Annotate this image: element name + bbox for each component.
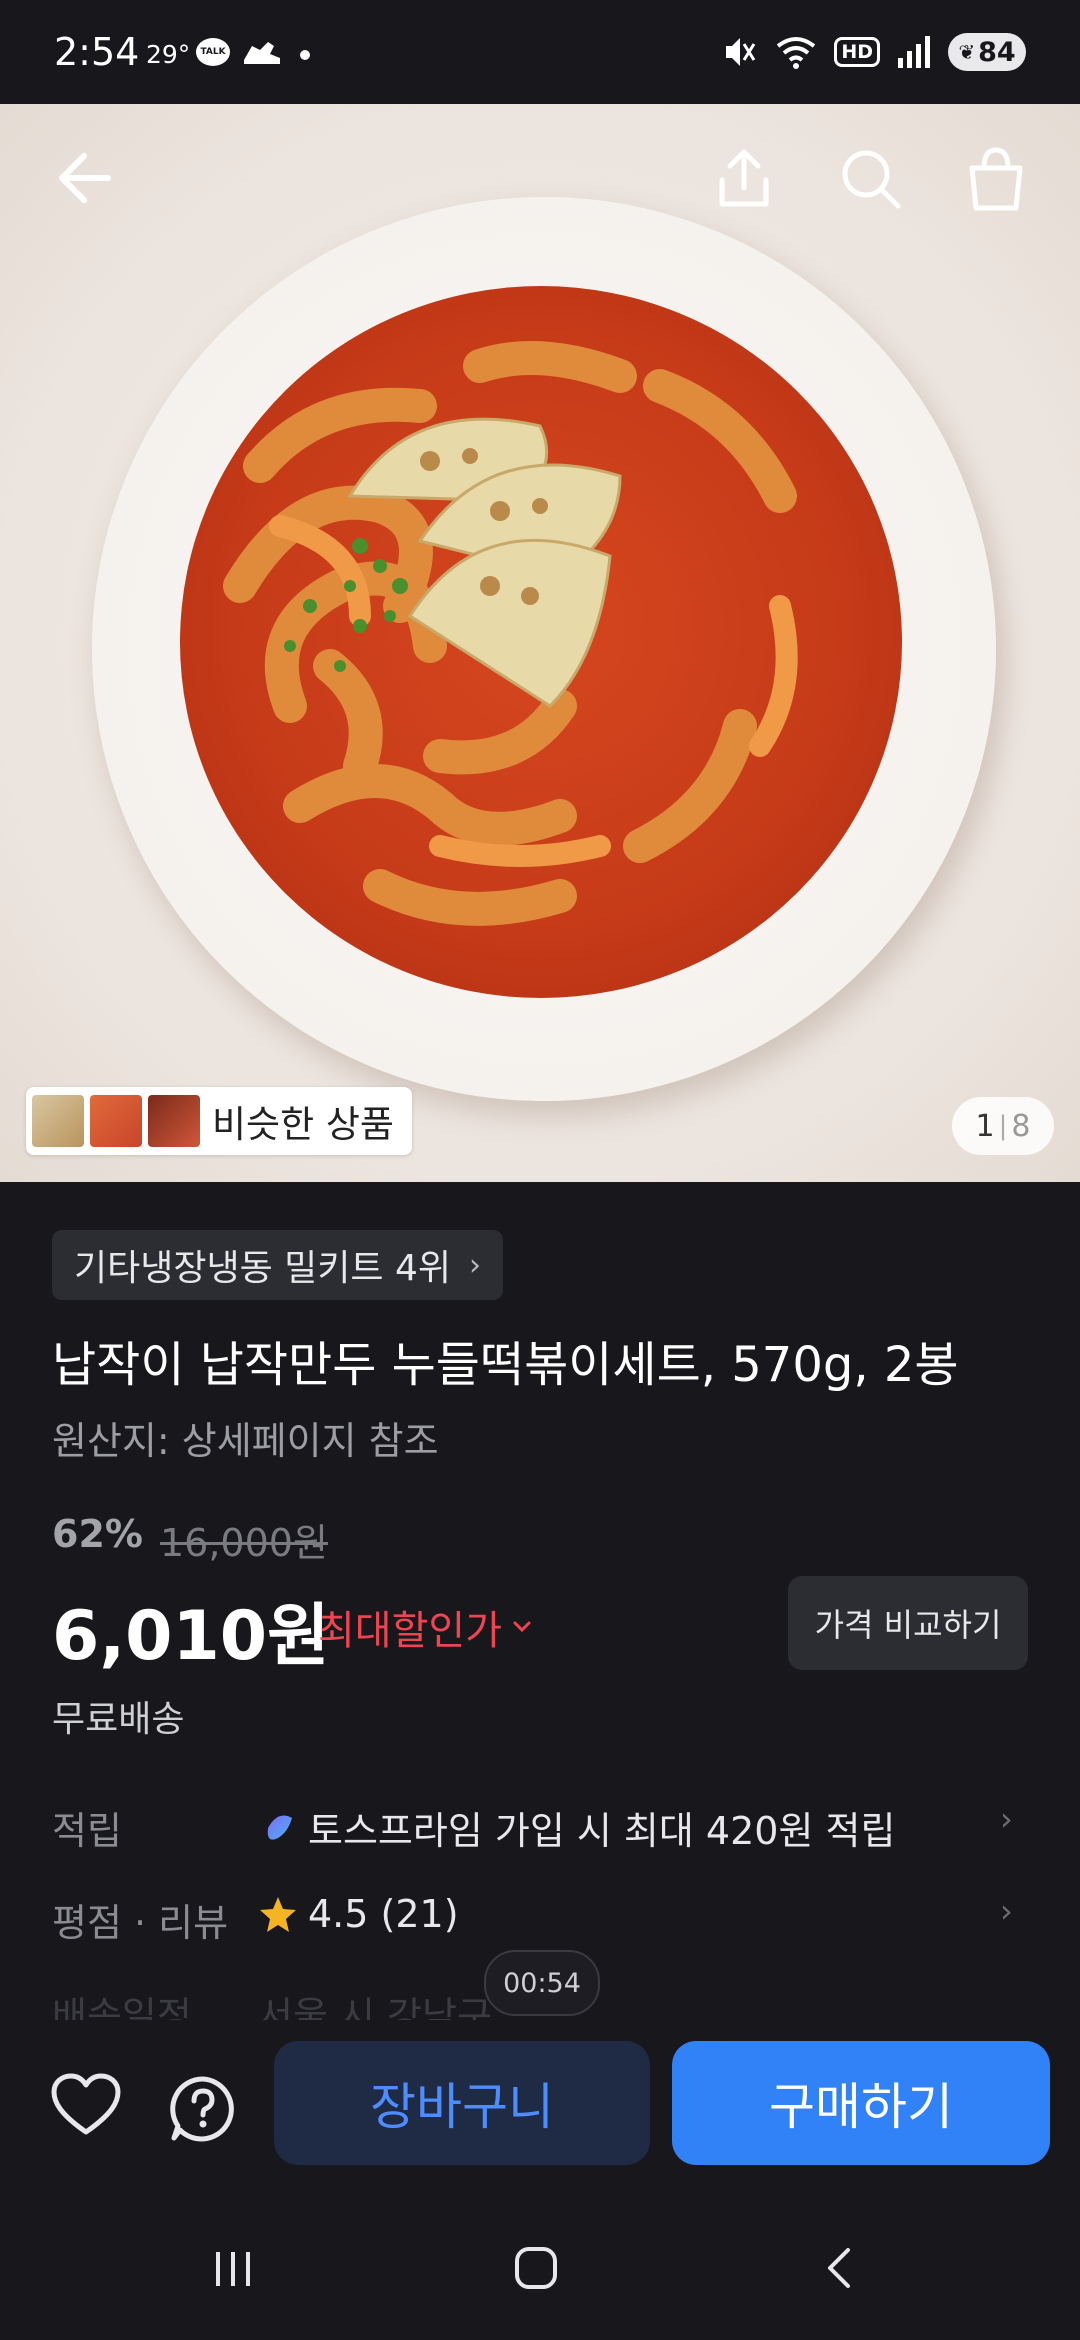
add-to-cart-button[interactable]: 장바구니 [274, 2041, 650, 2165]
original-price: 16,000원 [160, 1521, 328, 1565]
chevron-right-icon: › [1000, 1892, 1013, 1930]
chevron-right-icon: › [469, 1247, 481, 1283]
rating-label: 평점 · 리뷰 [52, 1901, 229, 1945]
notification-shoe-icon [244, 42, 280, 64]
star-icon [260, 1897, 296, 1932]
chevron-down-icon [513, 1621, 531, 1633]
status-bar: 2:54 29° TALK HD ❦ 84 [0, 0, 1080, 104]
image-page-indicator: 1 | 8 [952, 1097, 1054, 1155]
battery-saver-icon: ❦ [958, 40, 976, 64]
discount-rate: 62% [52, 1512, 143, 1556]
page-total: 8 [1011, 1108, 1031, 1144]
similar-products-label: 비슷한 상품 [212, 1103, 394, 1146]
similar-thumb-2 [90, 1095, 142, 1147]
max-discount-label: 최대할인가 [318, 1608, 502, 1654]
status-temperature: 29° [146, 40, 191, 69]
category-rank-badge[interactable]: 기타냉장냉동 밀키트 4위 › [52, 1230, 503, 1300]
product-image-carousel[interactable]: 비슷한 상품 1 | 8 [0, 104, 1080, 1182]
wifi-icon [777, 37, 816, 69]
rank-label: 기타냉장냉동 밀키트 4위 [74, 1248, 451, 1289]
page-separator: | [998, 1111, 1008, 1141]
status-time: 2:54 [54, 30, 140, 74]
product-title: 납작이 납작만두 누들떡볶이세트, 570g, 2봉 [52, 1337, 959, 1393]
notification-dot-icon [300, 50, 310, 60]
similar-thumb-3 [148, 1095, 200, 1147]
mute-vibrate-icon [726, 38, 756, 66]
buy-now-button[interactable]: 구매하기 [672, 2041, 1050, 2165]
share-icon[interactable] [714, 142, 774, 214]
system-navigation-bar [0, 2200, 1080, 2340]
recent-apps-icon[interactable] [210, 2246, 256, 2292]
search-icon[interactable] [838, 142, 902, 214]
battery-indicator: ❦ 84 [948, 33, 1026, 71]
battery-level: 84 [978, 36, 1016, 68]
shopping-bag-icon[interactable] [966, 142, 1026, 214]
kakaotalk-icon: TALK [196, 38, 230, 66]
wishlist-heart-icon[interactable] [50, 2072, 122, 2138]
rating-value-wrap: 4.5 (21) [258, 1892, 459, 1936]
chevron-right-icon: › [1000, 1800, 1013, 1838]
recording-timer: 00:54 [484, 1950, 600, 2016]
sale-price: 6,010원 [52, 1597, 330, 1676]
max-discount-dropdown[interactable]: 최대할인가 [318, 1598, 534, 1656]
toss-prime-icon [267, 1815, 292, 1840]
back-icon[interactable] [818, 2244, 858, 2292]
shipping-info: 무료배송 [52, 1699, 185, 1740]
product-origin: 원산지: 상세페이지 참조 [52, 1419, 439, 1463]
home-icon[interactable] [512, 2244, 560, 2292]
signal-icon [898, 36, 930, 68]
points-label: 적립 [52, 1809, 122, 1853]
hd-voice-icon: HD [834, 37, 880, 67]
points-value: 토스프라임 가입 시 최대 420원 적립 [308, 1809, 896, 1853]
product-photo-food [223, 341, 798, 926]
rating-value: 4.5 (21) [308, 1892, 459, 1936]
similar-products-button[interactable]: 비슷한 상품 [26, 1087, 412, 1155]
similar-thumb-1 [32, 1095, 84, 1147]
inquiry-help-icon[interactable] [168, 2074, 238, 2144]
back-arrow-icon[interactable] [54, 142, 114, 214]
price-compare-button[interactable]: 가격 비교하기 [788, 1576, 1028, 1670]
points-value-wrap: 토스프라임 가입 시 최대 420원 적립 [258, 1800, 895, 1855]
page-current: 1 [975, 1108, 995, 1144]
